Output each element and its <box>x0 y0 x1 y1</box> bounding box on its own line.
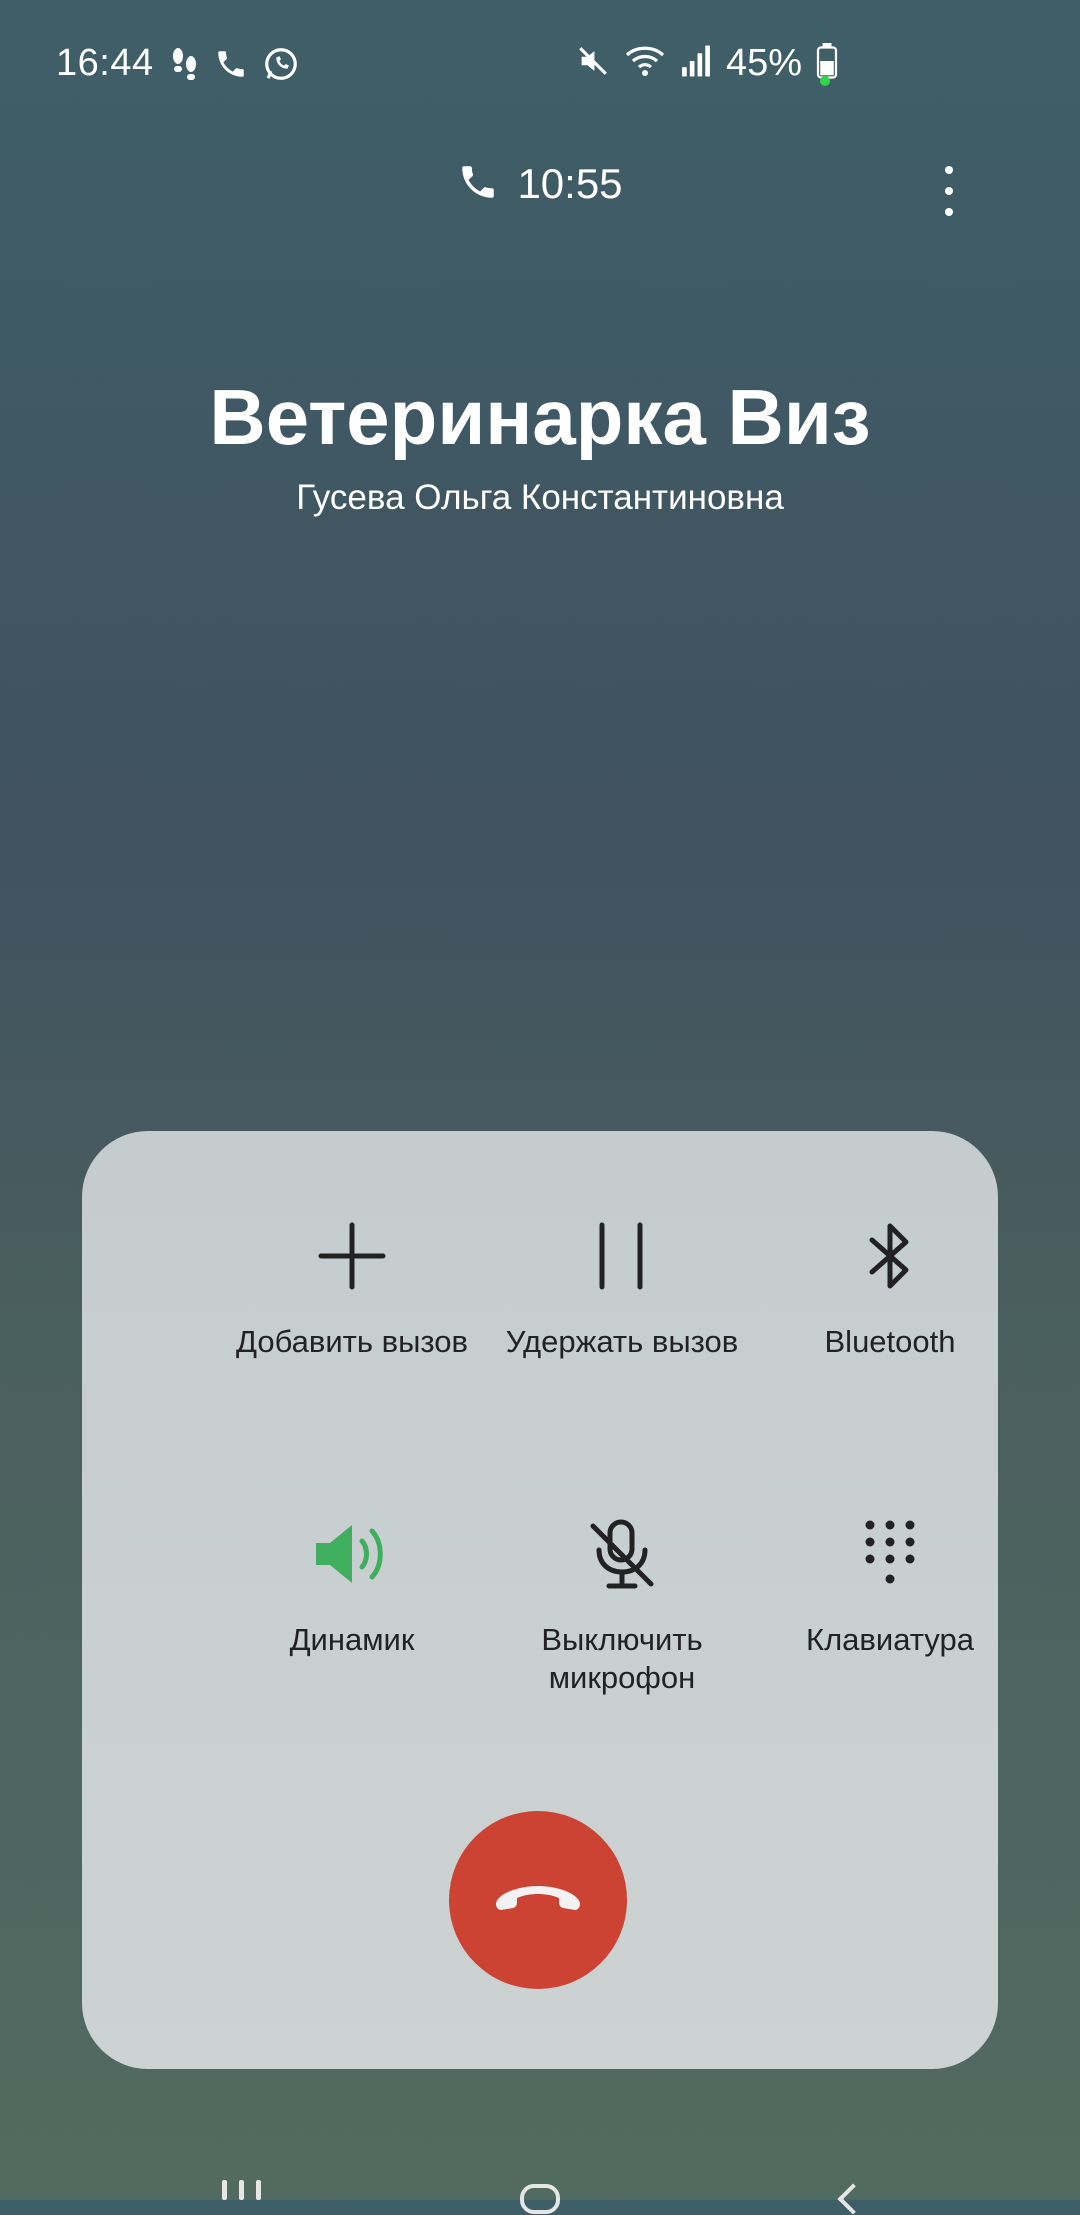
navigation-bar <box>0 2180 1080 2215</box>
call-phone-icon <box>457 161 499 208</box>
speaker-icon <box>212 1509 492 1599</box>
mute-icon <box>576 44 610 83</box>
whatsapp-icon <box>262 45 300 88</box>
status-time: 16:44 <box>56 42 154 84</box>
bluetooth-label: Bluetooth <box>824 1324 956 1359</box>
add-call-label: Добавить вызов <box>236 1324 468 1359</box>
footsteps-icon <box>168 44 200 89</box>
end-call-button[interactable] <box>449 1811 627 1989</box>
keypad-button[interactable]: Клавиатура <box>750 1509 1030 1659</box>
phone-icon <box>214 47 248 86</box>
bluetooth-icon <box>750 1211 1030 1301</box>
call-duration: 10:55 <box>517 160 623 207</box>
dialpad-icon <box>750 1509 1030 1599</box>
signal-icon <box>680 44 712 83</box>
plus-icon <box>212 1211 492 1301</box>
more-options-button[interactable] <box>936 166 962 216</box>
hang-up-icon <box>490 1878 586 1923</box>
privacy-indicator-dot <box>820 76 830 86</box>
more-icon-dot <box>945 166 953 174</box>
mic-off-icon <box>482 1509 762 1599</box>
more-icon-dot <box>945 187 953 195</box>
call-timer-row: 10:55 <box>0 160 1080 208</box>
bluetooth-button[interactable]: Bluetooth <box>750 1211 1030 1361</box>
recents-button[interactable] <box>222 2180 261 2200</box>
back-button[interactable] <box>837 2183 869 2215</box>
speaker-button[interactable]: Динамик <box>212 1509 492 1659</box>
pause-icon <box>482 1211 762 1301</box>
keypad-label: Клавиатура <box>806 1622 974 1657</box>
wifi-icon <box>624 44 666 83</box>
mute-microphone-label: Выключить микрофон <box>541 1622 703 1695</box>
add-call-button[interactable]: Добавить вызов <box>212 1211 492 1361</box>
contact-subtitle: Гусева Ольга Константиновна <box>296 478 784 517</box>
status-left-icons <box>168 44 300 89</box>
hold-call-button[interactable]: Удержать вызов <box>482 1211 762 1361</box>
hold-call-label: Удержать вызов <box>505 1324 739 1359</box>
call-controls-panel: Добавить вызов Удержать вызов Bluetooth … <box>82 1131 998 2069</box>
status-bar: 16:44 45% <box>0 0 1080 130</box>
status-right-icons: 45% <box>576 42 838 85</box>
home-button[interactable] <box>520 2184 560 2214</box>
contact-name: Ветеринарка Виз <box>209 373 871 461</box>
mute-microphone-button[interactable]: Выключить микрофон <box>482 1509 762 1697</box>
more-icon-dot <box>945 208 953 216</box>
battery-percent: 45% <box>725 42 802 84</box>
speaker-label: Динамик <box>289 1622 415 1657</box>
